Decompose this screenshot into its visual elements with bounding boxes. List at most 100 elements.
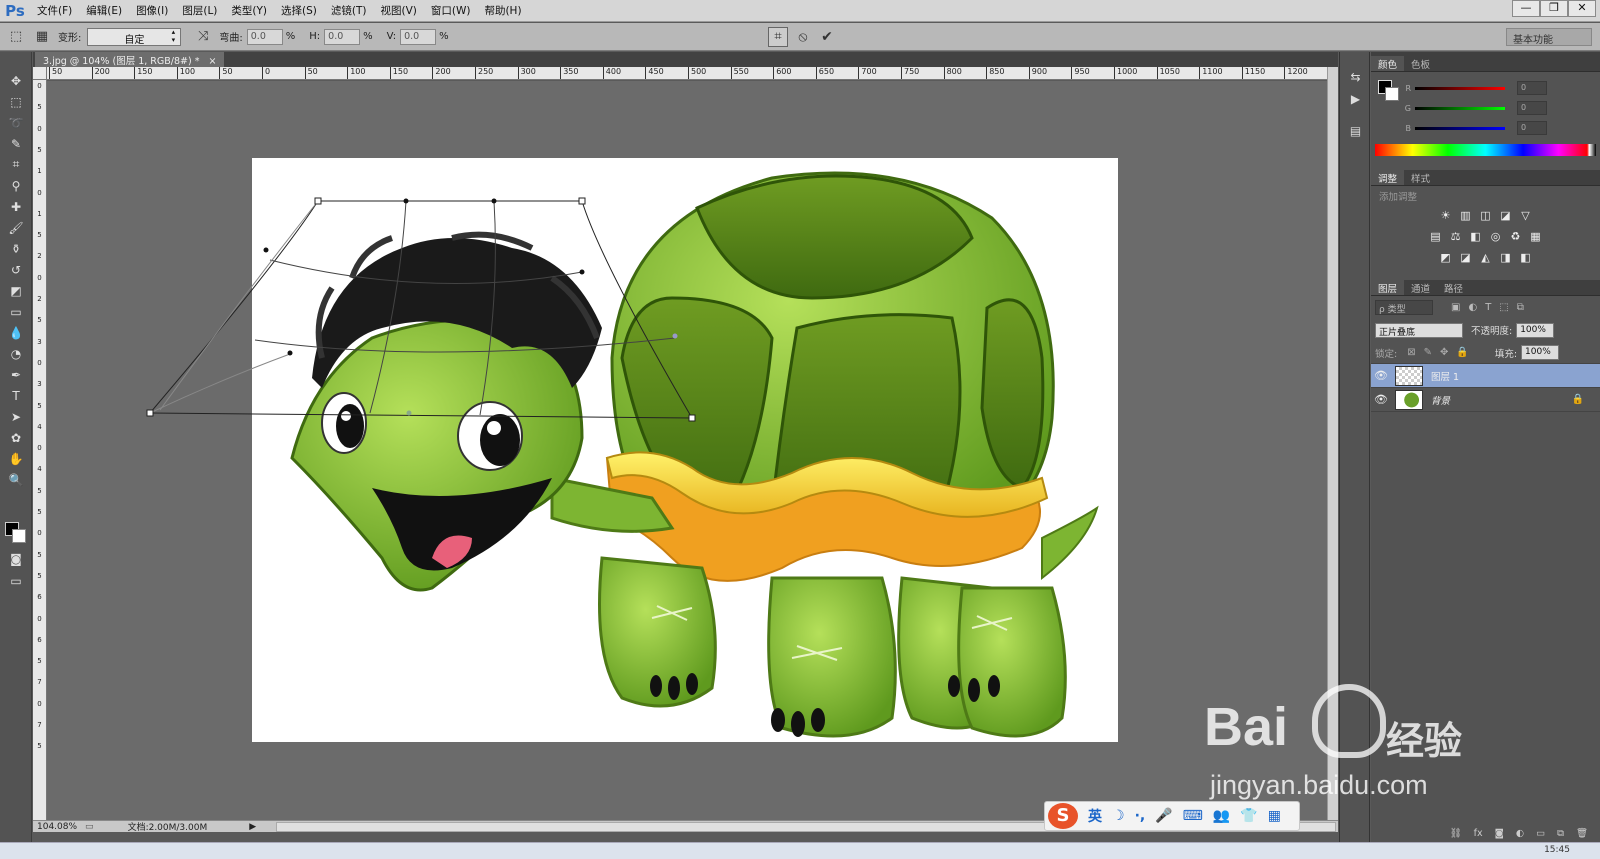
toggle-warp-mode-icon[interactable]: ⌗: [768, 26, 788, 47]
history-panel-icon[interactable]: ⇆: [1340, 66, 1371, 88]
menu-file[interactable]: 文件(F): [30, 0, 79, 22]
tab-styles[interactable]: 样式: [1404, 170, 1437, 185]
red-value-field[interactable]: 0: [1517, 81, 1547, 95]
layer-filter-select[interactable]: ρ 类型: [1375, 299, 1433, 315]
blue-value-field[interactable]: 0: [1517, 121, 1547, 135]
background-name[interactable]: 背景: [1431, 393, 1450, 407]
cancel-transform-icon[interactable]: ⦸: [793, 27, 813, 47]
filter-adjustment-icon[interactable]: ◐: [1468, 302, 1477, 313]
screen-mode-icon[interactable]: ▭: [0, 570, 32, 591]
gradient-map-icon[interactable]: ◧: [1518, 250, 1534, 266]
lasso-tool-icon[interactable]: ➰: [0, 112, 32, 133]
shape-tool-icon[interactable]: ✿: [0, 427, 32, 448]
color-swatches[interactable]: [5, 522, 27, 544]
tab-adjustments[interactable]: 调整: [1371, 170, 1405, 185]
channel-mixer-icon[interactable]: ♻: [1508, 229, 1524, 245]
filter-smart-object-icon[interactable]: ⧉: [1517, 302, 1524, 313]
ime-moon-icon[interactable]: ☽: [1112, 808, 1125, 824]
gradient-tool-icon[interactable]: ▭: [0, 301, 32, 322]
type-tool-icon[interactable]: T: [0, 385, 32, 406]
clone-stamp-tool-icon[interactable]: ⚱: [0, 238, 32, 259]
tab-color[interactable]: 颜色: [1371, 56, 1405, 71]
layer-row-layer1[interactable]: 👁 图层 1: [1371, 364, 1600, 388]
minimize-button[interactable]: —: [1512, 0, 1540, 17]
tab-swatches[interactable]: 色板: [1404, 56, 1437, 71]
warp-orientation-icon[interactable]: ⤨: [193, 27, 213, 47]
green-slider[interactable]: [1415, 106, 1505, 110]
ime-microphone-icon[interactable]: 🎤: [1155, 808, 1172, 824]
v-distortion-field[interactable]: 0.0: [400, 28, 437, 45]
blur-tool-icon[interactable]: 💧: [0, 322, 32, 343]
eraser-tool-icon[interactable]: ◩: [0, 280, 32, 301]
posterize-icon[interactable]: ◪: [1458, 250, 1474, 266]
reference-point-grid-icon[interactable]: ▦: [32, 27, 52, 47]
document-tab-close-icon[interactable]: ×: [209, 56, 217, 67]
invert-icon[interactable]: ◩: [1438, 250, 1454, 266]
menu-layer[interactable]: 图层(L): [175, 0, 224, 22]
warp-style-select[interactable]: 自定: [87, 27, 182, 46]
ime-punctuation-icon[interactable]: ·,: [1135, 808, 1146, 824]
color-spectrum-bar[interactable]: [1375, 144, 1596, 156]
ime-users-icon[interactable]: 👥: [1213, 808, 1230, 824]
lock-position-icon[interactable]: ✥: [1440, 347, 1448, 358]
menu-filter[interactable]: 滤镜(T): [324, 0, 374, 22]
actions-panel-icon[interactable]: ▶: [1340, 88, 1371, 110]
restore-button[interactable]: ❐: [1540, 0, 1568, 17]
ruler-origin[interactable]: [33, 67, 47, 80]
transform-tool-icon[interactable]: ⬚: [6, 27, 26, 47]
blue-slider[interactable]: [1415, 126, 1505, 130]
document-canvas[interactable]: [252, 158, 1118, 742]
menu-window[interactable]: 窗口(W): [424, 0, 478, 22]
ime-keyboard-icon[interactable]: ⌨: [1183, 808, 1203, 824]
tab-layers[interactable]: 图层: [1371, 280, 1405, 295]
tab-paths[interactable]: 路径: [1437, 280, 1470, 295]
sogou-logo-icon[interactable]: S: [1048, 803, 1078, 829]
eyedropper-tool-icon[interactable]: ⚲: [0, 175, 32, 196]
layer-visibility-eye-icon[interactable]: 👁: [1371, 369, 1391, 382]
status-info-icon[interactable]: ▭: [81, 822, 98, 832]
lock-pixels-icon[interactable]: ✎: [1424, 347, 1432, 358]
color-lookup-icon[interactable]: ▦: [1528, 229, 1544, 245]
zoom-level[interactable]: 104.08%: [33, 822, 81, 832]
background-visibility-eye-icon[interactable]: 👁: [1371, 393, 1391, 406]
red-slider[interactable]: [1415, 86, 1505, 90]
properties-panel-icon[interactable]: ▤: [1340, 120, 1371, 142]
crop-tool-icon[interactable]: ⌗: [0, 154, 32, 175]
menu-help[interactable]: 帮助(H): [477, 0, 528, 22]
move-tool-icon[interactable]: ✥: [0, 70, 32, 91]
bend-field[interactable]: 0.0: [246, 28, 283, 45]
filter-shape-icon[interactable]: ⬚: [1499, 302, 1508, 313]
vibrance-icon[interactable]: ▽: [1518, 208, 1534, 224]
marquee-tool-icon[interactable]: ⬚: [0, 91, 32, 112]
brightness-contrast-icon[interactable]: ☀: [1438, 208, 1454, 224]
layer1-name[interactable]: 图层 1: [1431, 369, 1459, 383]
lock-all-icon[interactable]: 🔒: [1456, 347, 1468, 358]
menu-image[interactable]: 图像(I): [129, 0, 175, 22]
workspace-select[interactable]: 基本功能: [1506, 28, 1592, 46]
lock-transparency-icon[interactable]: ⊠: [1407, 347, 1415, 358]
brush-tool-icon[interactable]: 🖌: [0, 217, 32, 238]
color-balance-icon[interactable]: ⚖: [1448, 229, 1464, 245]
quick-mask-icon[interactable]: ◙: [0, 548, 32, 569]
tab-channels[interactable]: 通道: [1404, 280, 1437, 295]
commit-transform-icon[interactable]: ✔: [817, 27, 837, 47]
close-button[interactable]: ✕: [1568, 0, 1596, 17]
menu-type[interactable]: 类型(Y): [224, 0, 274, 22]
menu-edit[interactable]: 编辑(E): [79, 0, 129, 22]
green-value-field[interactable]: 0: [1517, 101, 1547, 115]
photo-filter-icon[interactable]: ◎: [1488, 229, 1504, 245]
black-white-icon[interactable]: ◧: [1468, 229, 1484, 245]
status-menu-arrow-icon[interactable]: ▶: [245, 822, 260, 832]
opacity-field[interactable]: 100%: [1516, 322, 1555, 338]
document-tab[interactable]: 3.jpg @ 104% (图层 1, RGB/8#) * ×: [35, 52, 225, 67]
h-distortion-field[interactable]: 0.0: [324, 28, 361, 45]
ime-toolbox-icon[interactable]: ▦: [1268, 808, 1281, 824]
selective-color-icon[interactable]: ◨: [1498, 250, 1514, 266]
zoom-tool-icon[interactable]: 🔍: [0, 469, 32, 490]
fill-field[interactable]: 100%: [1521, 345, 1560, 360]
quick-select-tool-icon[interactable]: ✎: [0, 133, 32, 154]
filter-pixel-icon[interactable]: ▣: [1451, 302, 1460, 313]
healing-brush-tool-icon[interactable]: ✚: [0, 196, 32, 217]
levels-icon[interactable]: ▥: [1458, 208, 1474, 224]
path-select-tool-icon[interactable]: ➤: [0, 406, 32, 427]
